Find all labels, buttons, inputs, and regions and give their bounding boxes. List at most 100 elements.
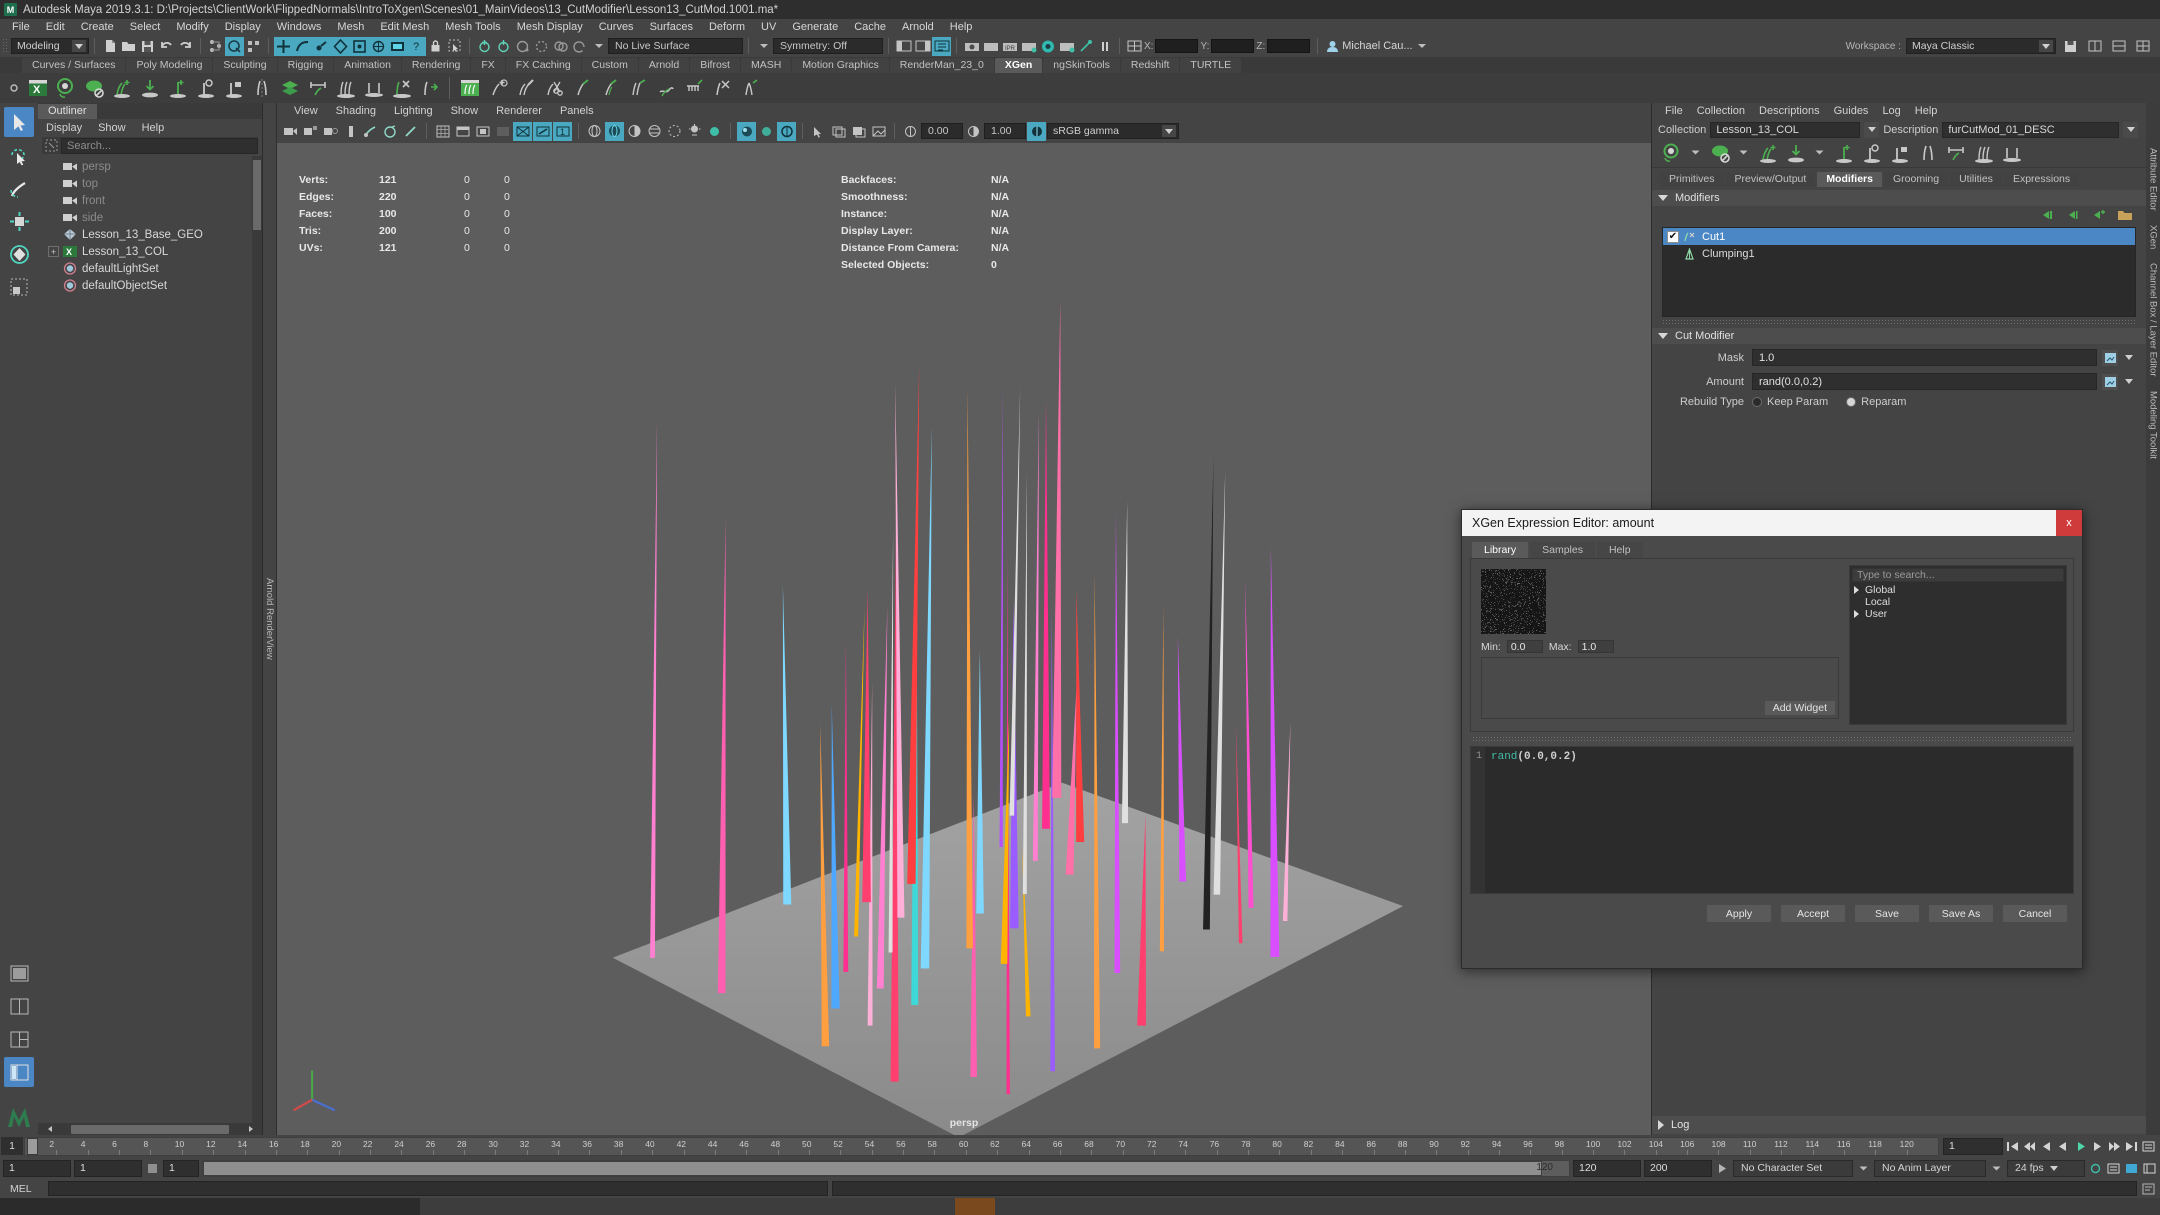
noise-swatch[interactable] (1481, 569, 1546, 634)
input-connections-icon[interactable] (475, 37, 494, 56)
expression-code-editor[interactable]: 1 rand(0.0,0.2) (1470, 746, 2074, 894)
paint-select-tool-button[interactable] (4, 173, 34, 203)
range-lock-icon[interactable] (1715, 1161, 1730, 1176)
viewport-menu-shading[interactable]: Shading (327, 105, 385, 117)
chevron-down-icon[interactable] (1864, 121, 1880, 138)
viewport-menu-lighting[interactable]: Lighting (385, 105, 442, 117)
modifier-checkbox[interactable]: ✔ (1667, 230, 1679, 243)
sidebar-right-toggle-icon[interactable] (913, 37, 932, 56)
outliner-item-lesson_13_base_geo[interactable]: Lesson_13_Base_GEO (38, 226, 262, 243)
right-dock-tab-xgen[interactable]: XGen (2148, 225, 2159, 249)
arnold-render-icon[interactable] (1038, 37, 1057, 56)
modifier-row-cut1[interactable]: ✔ Cut1 (1663, 228, 2135, 245)
film-gate-display-icon[interactable] (453, 122, 472, 141)
color-management-icon[interactable] (1027, 121, 1046, 141)
lock-guide-icon[interactable] (220, 75, 247, 102)
bookmarks-icon[interactable] (321, 122, 340, 141)
modifier-list-resize-grip[interactable] (1662, 319, 2136, 325)
xgen-log-section-header[interactable]: Log (1652, 1116, 2146, 1134)
render-sequence-icon[interactable] (981, 37, 1000, 56)
shelf-tab-sculpting[interactable]: Sculpting (213, 58, 277, 73)
time-slider-playhead[interactable] (27, 1137, 38, 1155)
right-dock-tab-attribute-editor[interactable]: Attribute Editor (2148, 148, 2159, 211)
layout-single-pane-icon[interactable] (4, 958, 34, 988)
search-input[interactable]: Search... (61, 137, 258, 154)
coord-z-field[interactable] (1267, 39, 1311, 53)
menu-item-edit[interactable]: Edit (38, 19, 73, 35)
outliner-item-lesson_13_col[interactable]: + X Lesson_13_COL (38, 243, 262, 260)
dialog-tab-library[interactable]: Library (1472, 542, 1529, 558)
ipr-render-icon[interactable]: IPR (1000, 37, 1019, 56)
xgen-menu-collection[interactable]: Collection (1690, 105, 1752, 117)
viewport-menu-view[interactable]: View (285, 105, 327, 117)
convert-to-interactive-icon[interactable] (416, 75, 443, 102)
playblast-icon[interactable] (2124, 1161, 2139, 1176)
modifiers-section-header[interactable]: Modifiers (1652, 190, 2146, 206)
time-slider-track[interactable]: 2 4 6 8 10 12 14 16 18 20 22 24 26 28 30 32 34 36 38 40 42 44… (24, 1136, 1939, 1156)
menu-item-edit-mesh[interactable]: Edit Mesh (372, 19, 437, 35)
outliner-item-persp[interactable]: persp (38, 158, 262, 175)
smooth-shading-icon[interactable] (605, 121, 624, 141)
snap-view-plane-icon[interactable] (350, 36, 369, 56)
step-forward-frame-icon[interactable] (2090, 1139, 2105, 1154)
step-back-key-icon[interactable] (2022, 1139, 2037, 1154)
collection-field[interactable]: Lesson_13_COL (1710, 121, 1861, 138)
shelf-tab-curves-surfaces[interactable]: Curves / Surfaces (22, 58, 126, 73)
dialog-resize-grip[interactable] (1472, 736, 2072, 742)
go-to-end-icon[interactable] (2124, 1139, 2139, 1154)
description-field[interactable]: furCutMod_01_DESC (1942, 121, 2119, 138)
texture-display-2-icon[interactable] (849, 122, 868, 141)
select-region-icon[interactable] (1998, 139, 2025, 166)
import-guides-icon[interactable] (1782, 139, 1809, 166)
outliner-vertical-scrollbar[interactable] (252, 156, 262, 1123)
right-dock-tab-channel-box-layer-editor[interactable]: Channel Box / Layer Editor (2148, 263, 2159, 377)
gate-mask-icon[interactable] (493, 122, 512, 141)
new-scene-icon[interactable] (100, 37, 119, 56)
toggle-render-icon[interactable] (1076, 37, 1095, 56)
radio-keep-param[interactable] (1752, 397, 1762, 407)
collection-layers-icon[interactable] (276, 75, 303, 102)
dialog-save-as-button[interactable]: Save As (1928, 904, 1994, 923)
lasso-tool-button[interactable] (4, 140, 34, 170)
coord-x-field[interactable] (1155, 39, 1199, 53)
modifier-row-clumping1[interactable]: Clumping1 (1663, 245, 2135, 262)
render-current-frame-icon[interactable] (962, 37, 981, 56)
toggle-film-gate-icon[interactable] (381, 122, 400, 141)
shelf-tab-turtle[interactable]: TURTLE (1180, 58, 1242, 73)
expand-triangle-icon[interactable] (1854, 610, 1859, 618)
select-component-icon[interactable] (244, 37, 263, 56)
move-modifier-up-icon[interactable] (2037, 206, 2056, 225)
select-region-icon[interactable] (360, 75, 387, 102)
texture-display-1-icon[interactable] (829, 122, 848, 141)
mirror-guides-icon[interactable] (248, 75, 275, 102)
viewport-menu-renderer[interactable]: Renderer (487, 105, 551, 117)
select-hierarchy-icon[interactable] (206, 37, 225, 56)
render-settings-window-icon[interactable] (1019, 37, 1038, 56)
attribute-editor-toggle-icon[interactable] (932, 36, 951, 56)
menu-item-surfaces[interactable]: Surfaces (642, 19, 701, 35)
viewport-menu-panels[interactable]: Panels (551, 105, 603, 117)
xgen-tab-utilities[interactable]: Utilities (1950, 172, 2002, 187)
make-live-icon[interactable] (369, 36, 388, 56)
groom-part-icon[interactable] (736, 75, 763, 102)
gamma-icon[interactable] (964, 122, 983, 141)
auto-key-icon[interactable] (2088, 1161, 2103, 1176)
shelf-tab-redshift[interactable]: Redshift (1120, 58, 1180, 73)
dialog-title-bar[interactable]: XGen Expression Editor: amount x (1462, 510, 2082, 536)
wireframe-shading-icon[interactable] (585, 122, 604, 141)
range-slider-grip-icon[interactable] (145, 1161, 160, 1176)
image-plane-icon[interactable] (341, 122, 360, 141)
chevron-down-icon[interactable] (754, 37, 773, 56)
chevron-down-icon[interactable] (1413, 37, 1432, 56)
menu-item-mesh-tools[interactable]: Mesh Tools (437, 19, 508, 35)
menuset-selector[interactable]: Modeling (11, 38, 89, 54)
disable-preview-icon[interactable] (80, 75, 107, 102)
shelf-tab-animation[interactable]: Animation (334, 58, 401, 73)
preview-refresh-icon[interactable] (1658, 139, 1685, 166)
layout-preset-2-icon[interactable] (2109, 37, 2128, 56)
shelf-tab-xgen[interactable]: XGen (994, 58, 1043, 73)
collapse-triang1e-icon[interactable] (1658, 333, 1668, 339)
radio-reparam[interactable] (1846, 397, 1857, 407)
snap-grid-icon[interactable] (274, 36, 293, 56)
user-name[interactable]: Michael Cau... (1342, 40, 1412, 52)
